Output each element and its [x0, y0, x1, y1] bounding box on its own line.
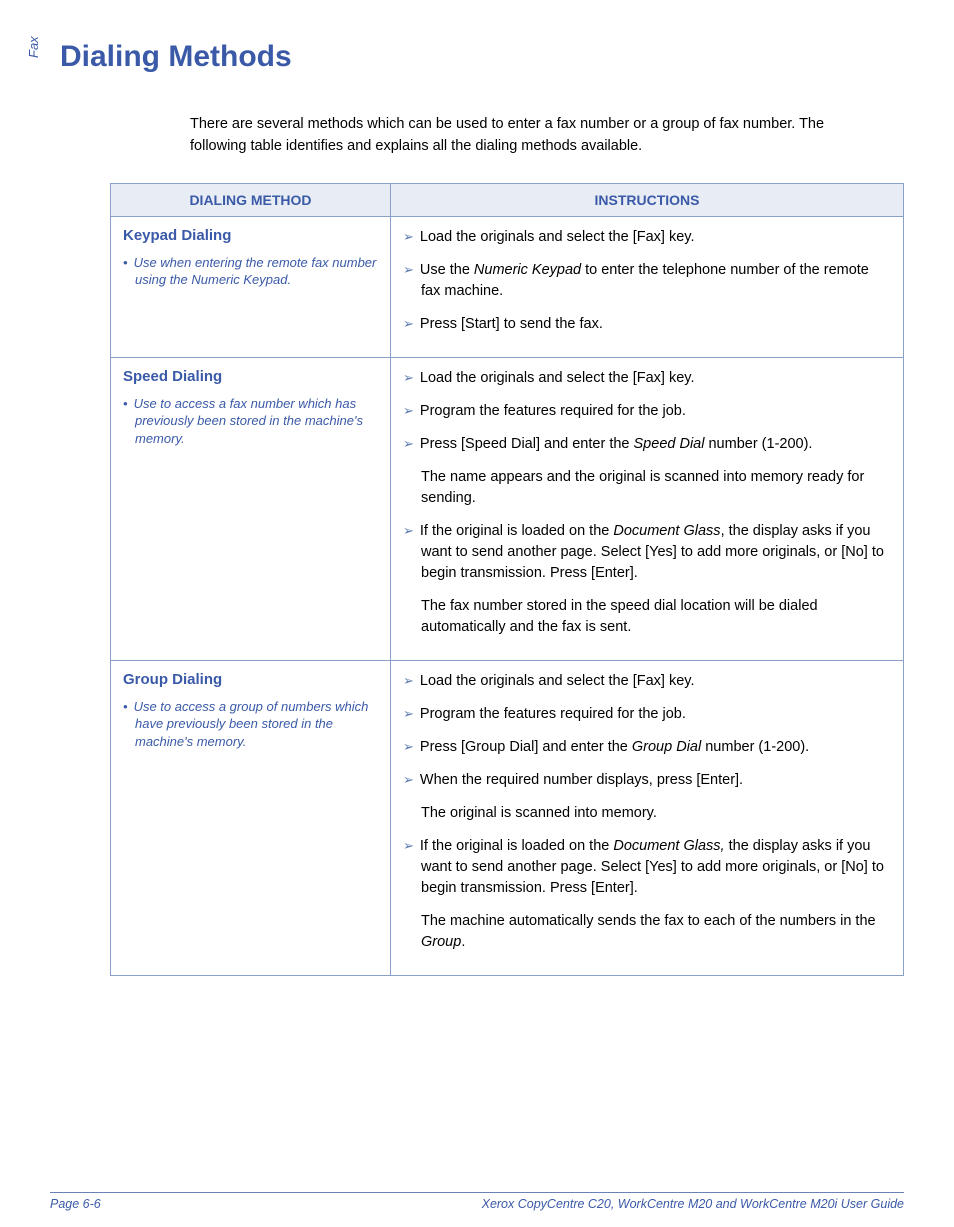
side-label: Fax	[26, 36, 41, 58]
instructions-cell: Load the originals and select the [Fax] …	[391, 357, 904, 660]
method-title: Speed Dialing	[123, 368, 378, 385]
method-desc: Use to access a fax number which has pre…	[123, 395, 378, 448]
instruction-step: If the original is loaded on the Documen…	[403, 836, 891, 899]
instruction-note: The original is scanned into memory.	[403, 803, 891, 824]
instruction-step: Program the features required for the jo…	[403, 401, 891, 422]
method-cell: Keypad Dialing Use when entering the remo…	[111, 216, 391, 357]
method-desc: Use when entering the remote fax number …	[123, 254, 378, 289]
instructions-list: Load the originals and select the [Fax] …	[403, 227, 891, 335]
instruction-step: Load the originals and select the [Fax] …	[403, 368, 891, 389]
instruction-step: Load the originals and select the [Fax] …	[403, 227, 891, 248]
table-row: Speed Dialing Use to access a fax number …	[111, 357, 904, 660]
instruction-step: When the required number displays, press…	[403, 770, 891, 791]
instruction-step: Press [Start] to send the fax.	[403, 314, 891, 335]
method-cell: Group Dialing Use to access a group of nu…	[111, 660, 391, 975]
instructions-list: Load the originals and select the [Fax] …	[403, 368, 891, 638]
instruction-step: Program the features required for the jo…	[403, 704, 891, 725]
footer-right: Xerox CopyCentre C20, WorkCentre M20 and…	[482, 1197, 904, 1211]
instructions-list: Load the originals and select the [Fax] …	[403, 671, 891, 953]
instruction-step: Press [Group Dial] and enter the Group D…	[403, 737, 891, 758]
intro-paragraph: There are several methods which can be u…	[190, 114, 884, 158]
instruction-note: The machine automatically sends the fax …	[403, 911, 891, 953]
header-instructions: INSTRUCTIONS	[391, 183, 904, 216]
method-title: Group Dialing	[123, 671, 378, 688]
method-desc: Use to access a group of numbers which h…	[123, 698, 378, 751]
instructions-cell: Load the originals and select the [Fax] …	[391, 216, 904, 357]
instruction-step: Load the originals and select the [Fax] …	[403, 671, 891, 692]
table-row: Group Dialing Use to access a group of nu…	[111, 660, 904, 975]
instruction-note: The name appears and the original is sca…	[403, 467, 891, 509]
footer-left: Page 6-6	[50, 1197, 101, 1211]
header-method: DIALING METHOD	[111, 183, 391, 216]
instruction-note: The fax number stored in the speed dial …	[403, 596, 891, 638]
page-footer: Page 6-6 Xerox CopyCentre C20, WorkCentr…	[50, 1192, 904, 1211]
instruction-step: If the original is loaded on the Documen…	[403, 521, 891, 584]
page-title: Dialing Methods	[60, 40, 904, 74]
instructions-cell: Load the originals and select the [Fax] …	[391, 660, 904, 975]
instruction-step: Use the Numeric Keypad to enter the tele…	[403, 260, 891, 302]
method-title: Keypad Dialing	[123, 227, 378, 244]
method-cell: Speed Dialing Use to access a fax number …	[111, 357, 391, 660]
instruction-step: Press [Speed Dial] and enter the Speed D…	[403, 434, 891, 455]
table-row: Keypad Dialing Use when entering the remo…	[111, 216, 904, 357]
dialing-methods-table: DIALING METHOD INSTRUCTIONS Keypad Diali…	[110, 183, 904, 976]
